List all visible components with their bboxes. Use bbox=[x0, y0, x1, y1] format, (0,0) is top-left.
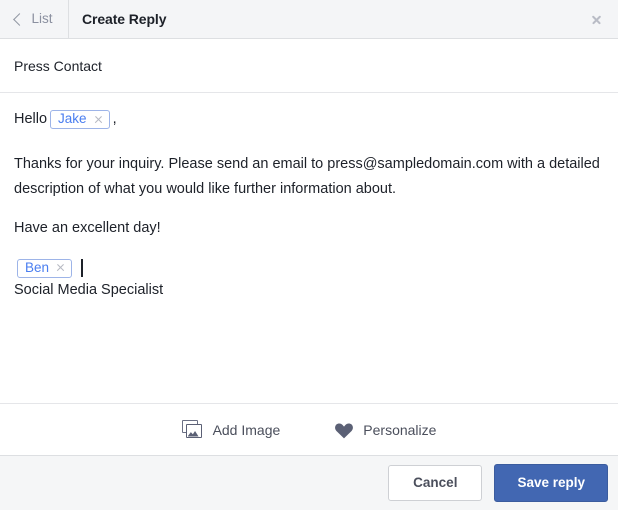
chevron-left-icon bbox=[13, 12, 27, 26]
token-label: Ben bbox=[25, 260, 50, 275]
close-icon bbox=[591, 14, 602, 25]
token-label: Jake bbox=[58, 111, 87, 127]
reply-body-editor[interactable]: Hello Jake , Thanks for your inquiry. Pl… bbox=[0, 93, 618, 403]
create-reply-dialog: List Create Reply Press Contact Hello Ja… bbox=[0, 0, 618, 510]
page-title: Create Reply bbox=[82, 11, 167, 27]
dialog-footer: Cancel Save reply bbox=[0, 455, 618, 510]
reply-paragraph: Thanks for your inquiry. Please send an … bbox=[14, 156, 600, 197]
personalize-button[interactable]: Personalize bbox=[334, 421, 436, 439]
greeting-line: Hello Jake , bbox=[14, 107, 604, 132]
greeting-suffix: , bbox=[112, 111, 117, 127]
personalization-token-ben[interactable]: Ben bbox=[17, 259, 73, 278]
subject-row: Press Contact bbox=[0, 39, 618, 93]
reply-closing: Have an excellent day! bbox=[14, 220, 161, 236]
cancel-button[interactable]: Cancel bbox=[388, 465, 483, 501]
greeting-prefix: Hello bbox=[14, 111, 48, 127]
back-to-list-button[interactable]: List bbox=[0, 0, 69, 38]
back-to-list-label: List bbox=[31, 11, 53, 27]
signature-title: Social Media Specialist bbox=[14, 281, 164, 298]
personalization-token-jake[interactable]: Jake bbox=[50, 110, 110, 129]
personalize-label: Personalize bbox=[363, 421, 437, 438]
signature-line: Ben bbox=[14, 259, 604, 278]
close-dialog-button[interactable] bbox=[582, 0, 610, 38]
subject-text: Press Contact bbox=[14, 57, 102, 74]
dialog-header: List Create Reply bbox=[0, 0, 618, 39]
images-icon bbox=[181, 419, 204, 440]
save-reply-button[interactable]: Save reply bbox=[494, 464, 608, 502]
close-icon[interactable] bbox=[56, 263, 65, 272]
heart-icon bbox=[335, 422, 354, 438]
text-caret bbox=[81, 259, 83, 278]
add-image-button[interactable]: Add Image bbox=[181, 419, 281, 440]
close-icon[interactable] bbox=[94, 115, 103, 124]
add-image-label: Add Image bbox=[212, 421, 281, 438]
editor-toolbar: Add Image Personalize bbox=[0, 403, 618, 455]
